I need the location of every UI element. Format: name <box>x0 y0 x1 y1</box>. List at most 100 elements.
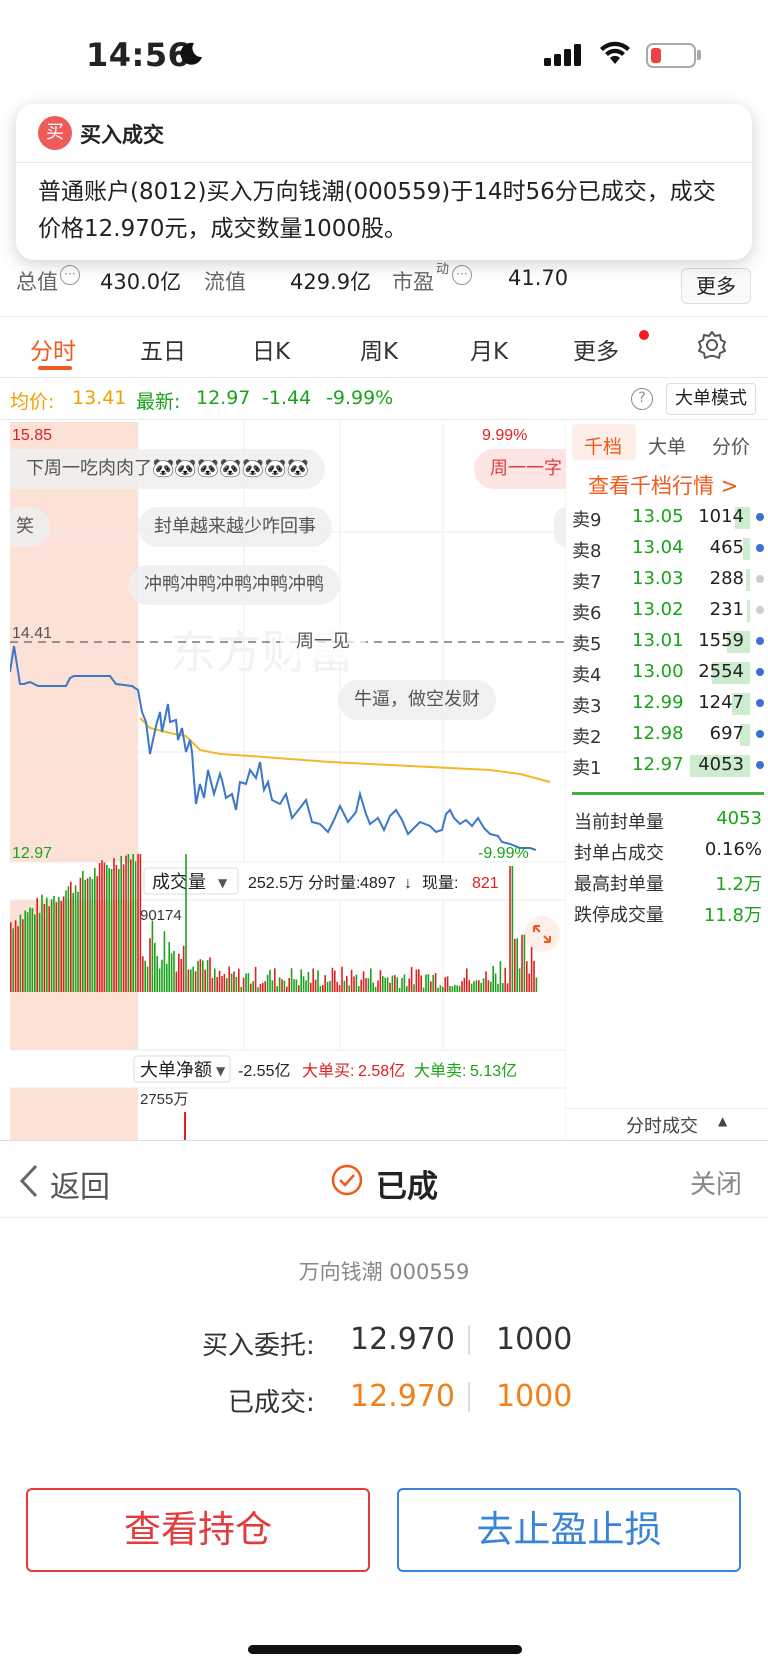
volume-bar <box>228 966 230 992</box>
view-thousand-link[interactable]: 查看千档行情 > <box>588 470 738 500</box>
stop-profit-loss-button[interactable]: 去止盈止损 <box>397 1488 741 1572</box>
volume-bar <box>391 975 394 992</box>
volume-bar <box>283 980 286 992</box>
notification-dot <box>639 330 649 340</box>
net-selector[interactable]: 大单净额 <box>140 1060 212 1080</box>
tab-daily-k[interactable]: 日K <box>252 332 290 366</box>
status-dot-icon <box>756 730 764 738</box>
volume-bar <box>343 980 346 992</box>
tab-monthly-k[interactable]: 月K <box>470 332 508 366</box>
entrust-price: 12.970 <box>350 1322 455 1357</box>
order-book-row[interactable]: 卖7 13.03 288 <box>572 564 764 595</box>
tab-underline <box>38 366 72 370</box>
volume-bar <box>134 861 137 992</box>
back-button[interactable]: 返回 <box>50 1162 110 1206</box>
volume-bar <box>384 977 386 992</box>
back-chevron-icon[interactable] <box>18 1163 40 1199</box>
row-volume: 288 <box>709 568 744 589</box>
latest-label: 最新: <box>136 391 181 413</box>
order-book-row[interactable]: 卖9 13.05 1014 <box>572 502 764 533</box>
volume-bar <box>298 985 300 992</box>
volume-bar <box>382 976 384 992</box>
order-book-row[interactable]: 卖4 13.00 2554 <box>572 657 764 688</box>
volume-bar <box>439 985 442 992</box>
volume-bar <box>314 979 317 992</box>
volume-bar <box>209 957 211 992</box>
volume-bar <box>132 854 134 992</box>
volume-bar <box>473 981 475 992</box>
more-dots-icon: ··· <box>60 265 80 285</box>
big-sell-label: 大单卖: <box>414 1062 466 1080</box>
help-icon[interactable]: ? <box>631 388 653 410</box>
tab-thousand-level[interactable]: 千档 <box>584 432 622 459</box>
volume-bar <box>410 966 413 992</box>
order-book-row[interactable]: 卖1 12.97 4053 <box>572 750 764 781</box>
volume-bar <box>461 981 463 992</box>
volume-bar <box>242 977 245 992</box>
tab-timeshare[interactable]: 分时 <box>30 332 76 366</box>
volume-bar <box>379 970 382 992</box>
volume-bar <box>406 986 408 992</box>
volume-bar <box>377 980 379 992</box>
trade-notification[interactable]: 买 买入成交 普通账户(8012)买入万向钱潮(000559)于14时56分已成… <box>16 104 752 260</box>
divider <box>0 316 768 317</box>
signal-icon <box>544 44 581 66</box>
volume-bar <box>458 985 461 992</box>
volume-bar <box>238 968 240 992</box>
row-label: 卖3 <box>572 696 602 717</box>
volume-bar <box>746 569 750 591</box>
trade-toggle[interactable]: 分时成交 <box>626 1112 698 1138</box>
settings-gear-icon[interactable] <box>697 330 727 360</box>
volume-bar <box>420 975 422 992</box>
volume-bar <box>214 968 216 992</box>
home-indicator[interactable] <box>248 1645 522 1654</box>
volume-bar <box>106 864 108 992</box>
volume-bar <box>305 980 307 992</box>
tab-weekly-k[interactable]: 周K <box>360 332 398 366</box>
caret-up-icon: ▲ <box>718 1114 728 1128</box>
status-dot-icon <box>756 513 764 521</box>
more-button[interactable]: 更多 <box>681 268 751 304</box>
total-value: 430.0亿 <box>100 270 182 294</box>
tab-more[interactable]: 更多 <box>573 332 619 366</box>
volume-bar <box>281 979 283 992</box>
volume-bar <box>170 953 173 992</box>
volume-bar <box>216 977 218 992</box>
comment-bubble: 周一一字 <box>474 449 566 489</box>
volume-bar <box>336 981 338 992</box>
volume-bar <box>34 914 36 992</box>
battery-icon <box>646 43 696 68</box>
order-book-row[interactable]: 卖3 12.99 1247 <box>572 688 764 719</box>
big-buy-label: 大单买: <box>302 1062 354 1080</box>
net-peak-label: 2755万 <box>140 1091 188 1108</box>
volume-bar <box>480 982 482 992</box>
view-position-button[interactable]: 查看持仓 <box>26 1488 370 1572</box>
volume-selector[interactable]: 成交量 <box>152 872 206 892</box>
volume-bar <box>747 600 750 622</box>
volume-bar <box>144 960 146 992</box>
tab-five-day[interactable]: 五日 <box>140 332 186 366</box>
volume-bar <box>70 881 72 992</box>
order-book-row[interactable]: 卖2 12.98 697 <box>572 719 764 750</box>
volume-bar <box>50 899 53 992</box>
volume-bar <box>499 961 502 992</box>
low-pct-label: -9.99% <box>478 845 529 862</box>
row-price: 13.05 <box>632 506 684 527</box>
volume-bar <box>372 982 374 992</box>
period-vol-value: 4897 <box>360 875 396 892</box>
order-book-row[interactable]: 卖6 13.02 231 <box>572 595 764 626</box>
volume-bar <box>204 969 206 992</box>
volume-bar <box>17 926 19 992</box>
row-price: 12.97 <box>632 754 684 775</box>
volume-bar <box>125 855 127 992</box>
row-volume: 1014 <box>698 506 744 527</box>
volume-bar <box>103 862 106 992</box>
order-book-row[interactable]: 卖5 13.01 1559 <box>572 626 764 657</box>
big-order-mode-button[interactable]: 大单模式 <box>666 383 756 415</box>
volume-bar <box>257 987 259 992</box>
tab-price-dist[interactable]: 分价 <box>712 432 750 459</box>
close-button[interactable]: 关闭 <box>690 1164 742 1201</box>
order-book-row[interactable]: 卖8 13.04 465 <box>572 533 764 564</box>
tab-big-order[interactable]: 大单 <box>648 432 686 459</box>
volume-bar <box>322 985 324 992</box>
